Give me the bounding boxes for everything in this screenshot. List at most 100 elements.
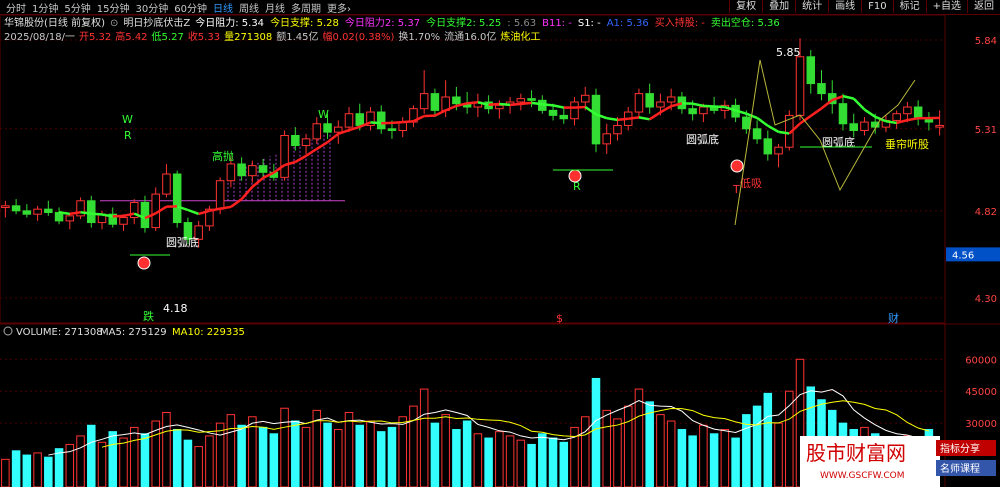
toolbar-right-buttons: 复权 叠加 统计 画线 F10 标记 +自选 返回: [729, 0, 1000, 14]
quote-info: 收5.33: [188, 30, 220, 43]
trend-line: [434, 109, 447, 117]
toolbar-button-7[interactable]: 返回: [967, 0, 1000, 13]
candle-body: [172, 173, 182, 224]
header-title: ⊙: [110, 18, 118, 29]
stock-chart[interactable]: 5.84 5.31 4.82 4.30 4.56 华锦股份(日线 前复权) ⊙ 明日抄底伏击Z…: [0, 0, 1000, 487]
volume-bar: [623, 405, 633, 487]
toolbar-button-1[interactable]: 叠加: [762, 0, 795, 13]
volume-bar: [323, 422, 332, 487]
volume-bar: [172, 429, 182, 487]
volume-bar: [162, 412, 171, 487]
quote-info: 2025/08/18/一: [4, 32, 75, 43]
volume-bar: [419, 388, 429, 487]
candle-body: [763, 138, 773, 155]
candle-body: [516, 98, 526, 103]
watermark-tag: 名师课程: [940, 462, 980, 475]
volume-bar: [409, 405, 418, 487]
trend-line: [552, 104, 565, 109]
period-tab-10[interactable]: 更多›: [327, 0, 351, 15]
price-tick: 4.82: [975, 207, 997, 218]
volume-bar: [516, 439, 526, 487]
header-title: 明日抄底伏击Z: [123, 16, 190, 29]
volume-bar: [527, 443, 536, 487]
toolbar-button-0[interactable]: 复权: [729, 0, 762, 13]
volume-bar: [613, 418, 622, 487]
volume-bar: [1, 458, 10, 487]
period-tab-4[interactable]: 30分钟: [135, 0, 168, 15]
current-price-label: 4.56: [952, 250, 974, 261]
volume-bar: [269, 433, 279, 487]
volume-bar: [430, 422, 440, 487]
volume-bar: [774, 422, 783, 487]
trend-line: [842, 94, 855, 100]
candle-body: [806, 56, 816, 85]
candle-body: [162, 173, 171, 195]
trend-line: [756, 116, 769, 127]
candle-body: [1, 205, 10, 208]
candle-body: [817, 83, 826, 95]
trend-line: [649, 111, 662, 121]
volume-bar: [205, 435, 214, 487]
volume-bar: [355, 424, 365, 487]
chart-annotation: T: [732, 183, 740, 196]
chart-annotation: 跌: [143, 309, 154, 323]
signal-marker: [568, 169, 582, 183]
trend-line: [531, 101, 543, 106]
volume-bar: [473, 433, 483, 487]
chart-annotation: 圆弧底: [166, 235, 199, 249]
period-tab-6[interactable]: 日线: [213, 0, 233, 15]
candle-body: [301, 138, 311, 147]
period-tab-3[interactable]: 15分钟: [97, 0, 130, 15]
toolbar-button-6[interactable]: +自选: [925, 0, 967, 13]
period-tab-8[interactable]: 月线: [265, 0, 285, 15]
volume-bar: [656, 414, 665, 487]
candle-body: [344, 113, 354, 128]
volume-bar: [226, 414, 236, 487]
candle-body: [634, 93, 644, 113]
period-tab-2[interactable]: 5分钟: [64, 0, 90, 15]
toolbar-button-3[interactable]: 画线: [828, 0, 861, 13]
volume-bar: [54, 448, 64, 487]
period-tab-1[interactable]: 1分钟: [32, 0, 58, 15]
trend-line: [692, 102, 704, 108]
volume-bar: [291, 420, 300, 487]
signal-marker: [730, 159, 744, 173]
quote-info: 额1.45亿: [276, 30, 318, 43]
volume-bar: [580, 416, 590, 487]
volume-bar: [720, 429, 730, 487]
volume-bar: [742, 414, 751, 487]
candle-body: [119, 217, 128, 225]
period-tab-5[interactable]: 60分钟: [174, 0, 207, 15]
volume-bar: [140, 433, 150, 487]
volume-bar: [452, 429, 461, 487]
toolbar-button-2[interactable]: 统计: [795, 0, 828, 13]
candle-body: [237, 163, 246, 177]
quote-info: 换1.70%: [398, 30, 440, 43]
trend-line: [499, 102, 511, 107]
candle-body: [226, 163, 236, 182]
volume-tick: 45000: [965, 387, 997, 398]
candle-body: [495, 104, 504, 110]
volume-bar: [376, 431, 386, 487]
volume-bar: [602, 409, 611, 487]
chart-annotation: W: [122, 113, 133, 126]
period-tab-7[interactable]: 周线: [239, 0, 259, 15]
volume-bar: [559, 441, 569, 487]
quote-info: 开5.32: [79, 32, 111, 43]
period-tab-0[interactable]: 分时: [6, 0, 26, 15]
period-tab-9[interactable]: 多周期: [291, 0, 321, 15]
volume-bar: [462, 420, 472, 487]
volume-bar: [763, 392, 773, 487]
chart-annotation: 5.85: [776, 46, 801, 59]
volume-bar: [194, 446, 203, 487]
trend-line: [820, 99, 834, 110]
toolbar-button-4[interactable]: F10: [861, 0, 892, 13]
trend-line: [606, 116, 618, 122]
toolbar-button-5[interactable]: 标记: [892, 0, 926, 13]
trend-line: [187, 208, 200, 216]
trend-line: [542, 102, 554, 107]
volume-bar: [548, 437, 558, 487]
candle-body: [613, 124, 622, 135]
volume-ma5: MA5: 275129: [100, 327, 167, 338]
chart-annotation: 高抛: [212, 149, 234, 163]
